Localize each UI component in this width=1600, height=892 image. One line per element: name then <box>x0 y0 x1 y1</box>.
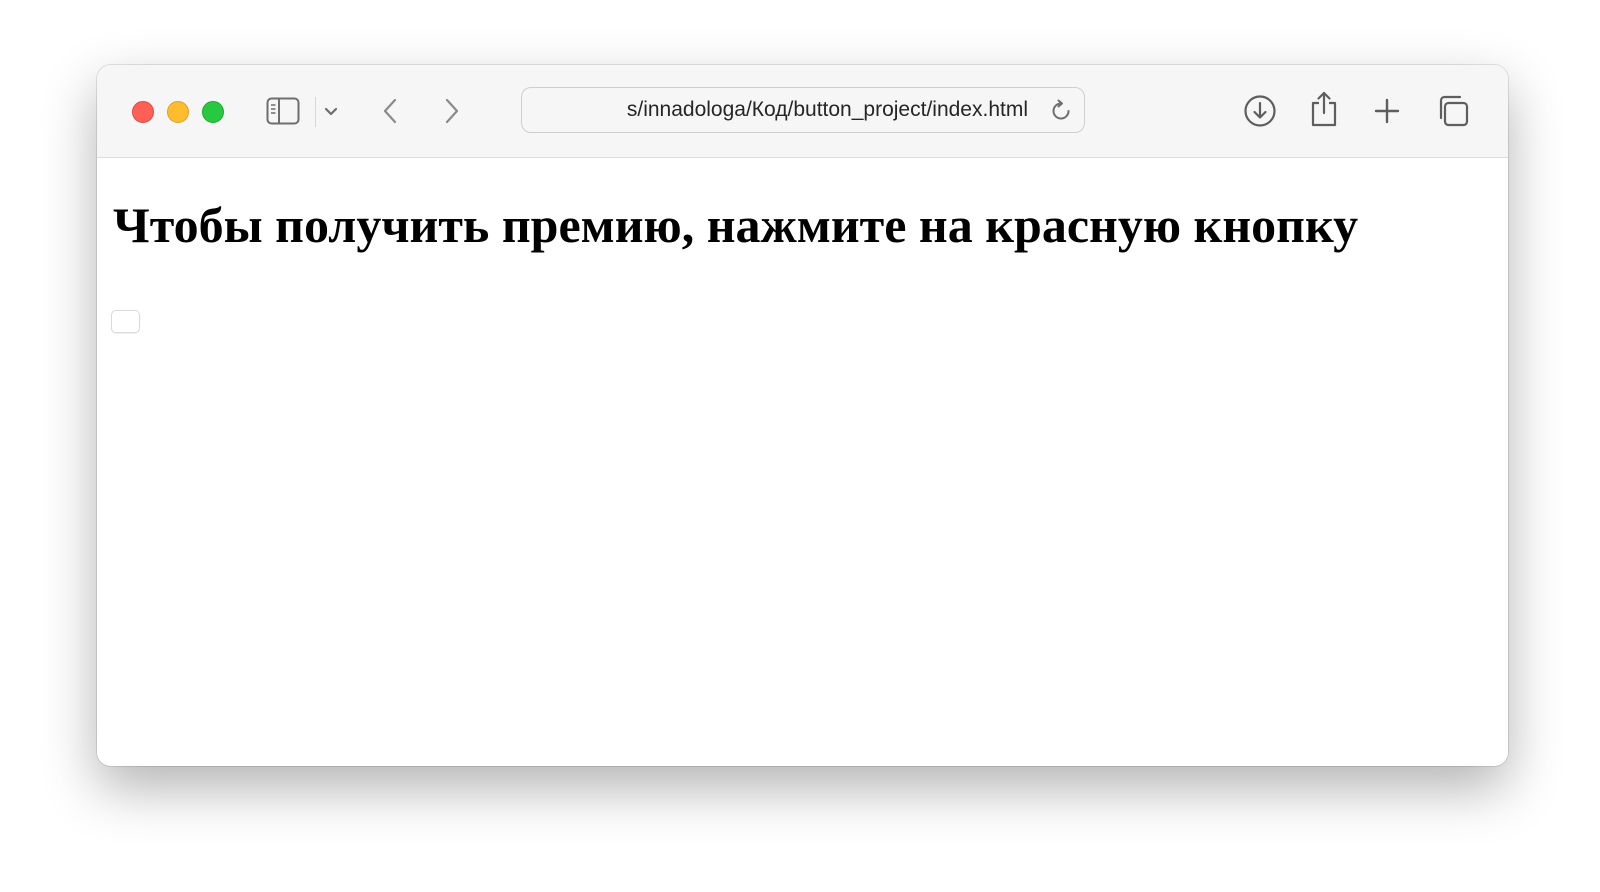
chevron-right-icon <box>445 98 459 124</box>
tab-overview-button[interactable] <box>1435 93 1471 129</box>
plus-icon <box>1374 98 1400 124</box>
chevron-down-icon <box>324 107 338 116</box>
chevron-left-icon <box>383 98 397 124</box>
toolbar-divider <box>315 97 316 127</box>
page-heading: Чтобы получить премию, нажмите на красну… <box>113 197 1359 253</box>
web-page-content: Чтобы получить премию, нажмите на красну… <box>97 158 1508 766</box>
address-bar[interactable]: s/innadologa/Код/button_project/index.ht… <box>521 87 1085 133</box>
tab-group-menu-button[interactable] <box>319 99 343 125</box>
reload-button[interactable] <box>1046 96 1076 126</box>
forward-button[interactable] <box>437 95 467 127</box>
url-fade <box>532 92 582 128</box>
prize-button[interactable] <box>111 310 140 333</box>
back-button[interactable] <box>375 95 405 127</box>
url-text: s/innadologa/Код/button_project/index.ht… <box>626 98 1028 121</box>
download-icon <box>1244 95 1276 127</box>
share-icon <box>1311 91 1337 127</box>
sidebar-icon <box>266 97 300 125</box>
downloads-button[interactable] <box>1242 93 1278 129</box>
browser-window: s/innadologa/Код/button_project/index.ht… <box>97 65 1508 766</box>
browser-toolbar: s/innadologa/Код/button_project/index.ht… <box>97 65 1508 158</box>
new-tab-button[interactable] <box>1370 93 1404 129</box>
tabs-overview-icon <box>1439 95 1469 127</box>
minimize-window-button[interactable] <box>167 101 189 123</box>
reload-icon <box>1052 99 1070 120</box>
share-button[interactable] <box>1307 89 1341 129</box>
sidebar-toggle-button[interactable] <box>265 94 301 128</box>
close-window-button[interactable] <box>132 101 154 123</box>
maximize-window-button[interactable] <box>202 101 224 123</box>
